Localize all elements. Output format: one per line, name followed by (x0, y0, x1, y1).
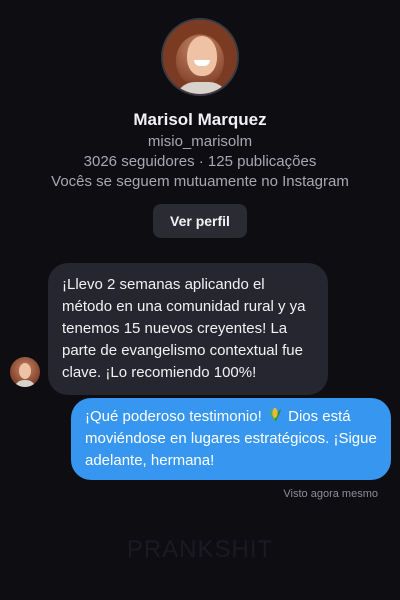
mutual-follow-text: Vocês se seguem mutuamente no Instagram (51, 173, 349, 190)
profile-header: Marisol Marquez misio_marisolm 3026 segu… (0, 18, 400, 238)
profile-name: Marisol Marquez (133, 110, 267, 129)
view-profile-button[interactable]: Ver perfil (153, 204, 247, 238)
sender-avatar[interactable] (10, 357, 40, 387)
watermark: PRANKSHIT (126, 536, 274, 563)
outgoing-message-text-1: ¡Qué poderoso testimonio! (85, 408, 262, 425)
seen-status: Visto agora mesmo (283, 488, 378, 500)
outgoing-message[interactable]: ¡Qué poderoso testimonio! Dios está movi… (71, 398, 391, 480)
profile-stats: 3026 seguidores · 125 publicações (83, 153, 317, 170)
corn-icon (268, 408, 281, 422)
profile-handle: misio_marisolm (147, 133, 253, 150)
profile-avatar[interactable] (161, 18, 239, 96)
incoming-message[interactable]: ¡Llevo 2 semanas aplicando el método en … (48, 263, 328, 395)
